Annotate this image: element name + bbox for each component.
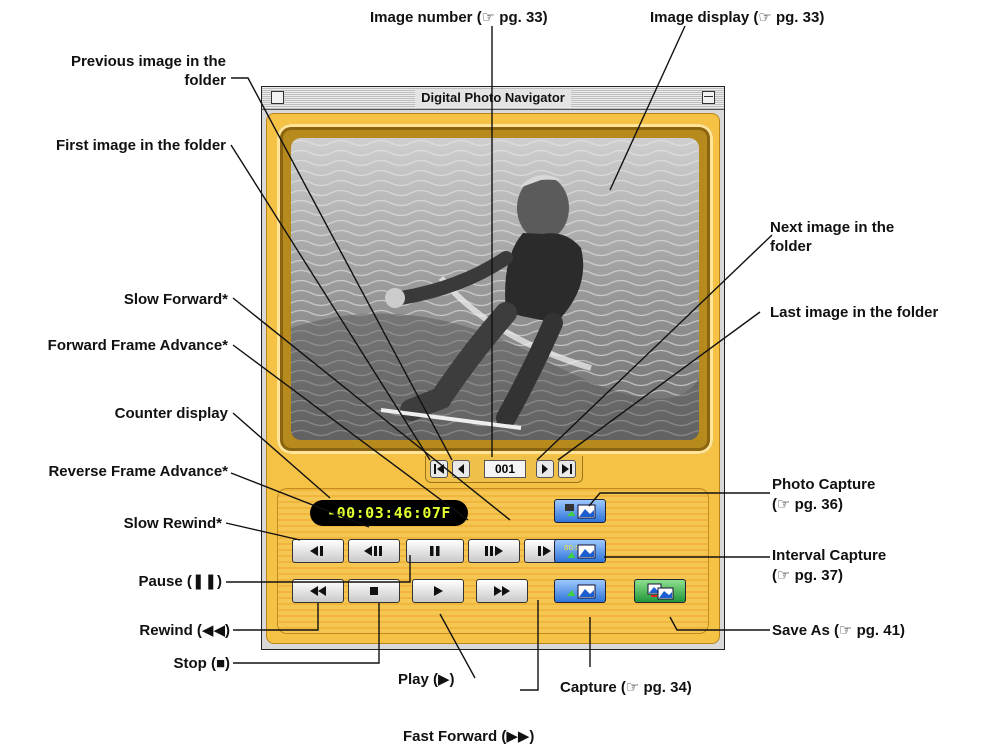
label-last-image: Last image in the folder xyxy=(770,304,939,321)
label-photo-capture-page: (☞ pg. 36) xyxy=(772,496,843,513)
control-panel: -00:03:46:07F 00:00 xyxy=(277,488,709,634)
rewind-button[interactable] xyxy=(292,579,344,603)
label-interval-capture: Interval Capture xyxy=(772,547,887,564)
image-display xyxy=(291,138,699,440)
label-interval-capture-page: (☞ pg. 37) xyxy=(772,567,843,584)
save-as-button[interactable] xyxy=(634,579,686,603)
label-slow-forward: Slow Forward* xyxy=(123,291,228,308)
label-previous-image: Previous image in the folder xyxy=(70,53,226,89)
image-navigation-strip: 001 xyxy=(425,456,583,483)
rewind-icon xyxy=(310,586,326,596)
fast-forward-button[interactable] xyxy=(476,579,528,603)
label-slow-rewind: Slow Rewind* xyxy=(123,515,222,532)
slow-rewind-button[interactable] xyxy=(292,539,344,563)
label-first-image: First image in the folder xyxy=(55,137,226,154)
photo-capture-button[interactable] xyxy=(554,499,606,523)
photo-capture-icon xyxy=(565,504,596,519)
label-counter-display: Counter display xyxy=(114,405,228,422)
last-image-button[interactable] xyxy=(558,460,576,478)
image-number: 001 xyxy=(484,460,526,478)
last-image-icon xyxy=(562,464,572,474)
label-save-as: Save As (☞ pg. 41) xyxy=(772,622,905,639)
label-reverse-frame-advance: Reverse Frame Advance* xyxy=(48,463,228,480)
window-title: Digital Photo Navigator xyxy=(415,89,571,107)
save-as-icon xyxy=(647,583,674,600)
collapse-box-icon[interactable] xyxy=(702,91,715,104)
label-rewind: Rewind (◀◀) xyxy=(139,622,230,639)
capture-icon xyxy=(567,584,596,599)
water-skier-photo xyxy=(291,138,699,440)
interval-capture-button[interactable]: 00:00 xyxy=(554,539,606,563)
pause-button[interactable] xyxy=(406,539,464,563)
counter-display: -00:03:46:07F xyxy=(310,500,468,526)
fast-forward-icon xyxy=(494,586,510,596)
label-next-image: Next image in the folder xyxy=(770,219,895,255)
image-display-frame xyxy=(277,124,713,454)
stop-button[interactable] xyxy=(348,579,400,603)
next-image-button[interactable] xyxy=(536,460,554,478)
first-image-button[interactable] xyxy=(430,460,448,478)
label-photo-capture: Photo Capture xyxy=(772,476,876,493)
reverse-frame-icon xyxy=(364,546,382,556)
slow-forward-icon xyxy=(538,546,551,556)
capture-button[interactable] xyxy=(554,579,606,603)
label-image-display: Image display (☞ pg. 33) xyxy=(650,9,825,26)
forward-frame-advance-button[interactable] xyxy=(468,539,520,563)
close-box-icon[interactable] xyxy=(271,91,284,104)
play-button[interactable] xyxy=(412,579,464,603)
next-image-icon xyxy=(542,464,548,474)
reverse-frame-advance-button[interactable] xyxy=(348,539,400,563)
digital-photo-navigator-window: Digital Photo Navigator 001 -00:03:46:07… xyxy=(261,86,725,650)
forward-frame-icon xyxy=(485,546,503,556)
pause-icon xyxy=(430,546,440,556)
title-bar[interactable]: Digital Photo Navigator xyxy=(262,87,724,110)
label-forward-frame-advance: Forward Frame Advance* xyxy=(47,337,228,354)
play-icon xyxy=(434,586,443,596)
stop-icon xyxy=(370,587,378,595)
label-image-number: Image number (☞ pg. 33) xyxy=(370,9,548,26)
slow-rewind-icon xyxy=(310,546,323,556)
label-capture: Capture (☞ pg. 34) xyxy=(560,679,692,696)
label-pause: Pause (❚❚) xyxy=(138,573,223,590)
first-image-icon xyxy=(434,464,444,474)
label-fast-forward: Fast Forward (▶▶) xyxy=(403,728,535,745)
navigator-body: 001 -00:03:46:07F 00:00 xyxy=(266,113,720,644)
previous-image-icon xyxy=(458,464,464,474)
previous-image-button[interactable] xyxy=(452,460,470,478)
label-play: Play (▶) xyxy=(398,671,455,688)
interval-capture-icon: 00:00 xyxy=(564,544,596,559)
label-stop: Stop (■) xyxy=(173,655,230,672)
